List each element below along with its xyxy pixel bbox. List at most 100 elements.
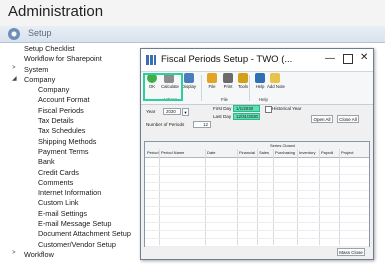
- collapse-arrow-icon[interactable]: ◢: [12, 75, 17, 82]
- ribbon-separator: [249, 75, 250, 101]
- column-header[interactable]: Payroll: [321, 150, 333, 155]
- highlight-box: [143, 73, 183, 101]
- tree-item[interactable]: Bank: [0, 157, 145, 167]
- column-header[interactable]: Purchasing: [275, 150, 295, 155]
- ribbon-button-label: Add Note: [267, 84, 285, 89]
- tree-item[interactable]: Document Attachment Setup: [0, 229, 145, 239]
- tree-item[interactable]: > Workflow: [0, 250, 145, 260]
- grid-row-line: [145, 206, 369, 207]
- tree-item-label: Company: [38, 85, 70, 95]
- gear-icon: [8, 28, 20, 40]
- tree-item-label: Company: [24, 74, 56, 84]
- tree-item-label: Workflow: [24, 249, 54, 259]
- folder-icon: [207, 73, 217, 83]
- column-header[interactable]: Project: [341, 150, 353, 155]
- close-button[interactable]: ✕: [360, 52, 368, 63]
- grid-row-line: [145, 246, 369, 247]
- tree-item[interactable]: Account Format: [0, 95, 145, 105]
- tree-item[interactable]: Credit Cards: [0, 168, 145, 178]
- grid-row-line: [145, 182, 369, 183]
- tree-item-label: E-mail Settings: [38, 208, 88, 218]
- navigation-tree: Setup Checklist Workflow for Sharepoint > S…: [0, 44, 145, 260]
- app-window-icon: [146, 55, 156, 65]
- last-day-label: Last Day: [213, 114, 232, 119]
- window-titlebar[interactable]: Fiscal Periods Setup - TWO (... — ✕: [141, 49, 373, 72]
- ribbon-group-help: Help: [259, 97, 268, 102]
- first-day-field[interactable]: 1/1/2030: [233, 105, 260, 112]
- tree-item-label: Tax Details: [38, 116, 74, 126]
- tree-item[interactable]: Fiscal Periods: [0, 106, 145, 116]
- ribbon-button-label: Print: [223, 84, 233, 89]
- tree-item[interactable]: Company: [0, 85, 145, 95]
- fiscal-periods-grid[interactable]: Series Closed Period Period Name Date Finan…: [144, 141, 370, 247]
- ribbon-button-label: Help: [255, 84, 265, 89]
- grid-row-line: [145, 238, 369, 239]
- series-closed-header: Series Closed: [270, 143, 295, 148]
- tree-item[interactable]: Payment Terms: [0, 147, 145, 157]
- historical-year-label: Historical Year: [272, 106, 302, 111]
- tree-item[interactable]: ◢ Company: [0, 75, 145, 85]
- column-header[interactable]: Date: [207, 150, 215, 155]
- grid-row-line: [145, 222, 369, 223]
- year-field[interactable]: 2030: [163, 108, 181, 115]
- tree-item[interactable]: Custom Link: [0, 198, 145, 208]
- tree-item[interactable]: Shipping Methods: [0, 137, 145, 147]
- tree-item[interactable]: E-mail Message Setup: [0, 219, 145, 229]
- tree-item[interactable]: Setup Checklist: [0, 44, 145, 54]
- column-header[interactable]: Financial: [239, 150, 255, 155]
- minimize-button[interactable]: —: [325, 53, 335, 64]
- tree-item-label: Fiscal Periods: [38, 105, 84, 115]
- tree-item-label: Customer/Vendor Setup: [38, 239, 116, 249]
- tree-item[interactable]: Internet Information: [0, 188, 145, 198]
- year-label: Year: [146, 109, 156, 114]
- tree-item[interactable]: > System: [0, 65, 145, 75]
- tree-item[interactable]: Workflow for Sharepoint: [0, 54, 145, 64]
- printer-icon: [223, 73, 233, 83]
- last-day-field[interactable]: 12/31/2030: [233, 113, 260, 120]
- tree-item[interactable]: Tax Details: [0, 116, 145, 126]
- tree-item-label: Bank: [38, 157, 55, 167]
- tree-item[interactable]: Comments: [0, 178, 145, 188]
- mass-close-button[interactable]: Mass Close: [337, 248, 365, 256]
- tree-item[interactable]: Customer/Vendor Setup: [0, 240, 145, 250]
- open-all-button[interactable]: Open All: [311, 115, 333, 123]
- window-title: Fiscal Periods Setup - TWO (...: [161, 54, 293, 65]
- ribbon-button-label: File: [208, 84, 216, 89]
- grid-row-line: [145, 198, 369, 199]
- help-icon: [255, 73, 265, 83]
- historical-year-checkbox[interactable]: [265, 106, 272, 113]
- tree-item-label: Payment Terms: [38, 146, 89, 156]
- tree-item-label: Tax Schedules: [38, 126, 86, 136]
- tree-item[interactable]: Tax Schedules: [0, 126, 145, 136]
- number-of-periods-field[interactable]: 12: [193, 121, 211, 128]
- grid-row-line: [145, 174, 369, 175]
- maximize-button[interactable]: [343, 54, 353, 64]
- display-icon: [184, 73, 194, 83]
- tree-item-label: Custom Link: [38, 198, 79, 208]
- ribbon-separator: [201, 75, 202, 101]
- first-day-label: First Day: [213, 106, 232, 111]
- file-button[interactable]: File: [204, 73, 220, 89]
- add-note-button[interactable]: Add Note: [267, 73, 285, 89]
- grid-row-line: [145, 214, 369, 215]
- help-button[interactable]: Help: [252, 73, 268, 89]
- year-lookup-button[interactable]: ▾: [182, 108, 189, 116]
- tree-item-label: Document Attachment Setup: [38, 229, 131, 239]
- tree-item[interactable]: E-mail Settings: [0, 209, 145, 219]
- expand-arrow-icon[interactable]: >: [12, 250, 16, 256]
- display-button[interactable]: Display: [181, 73, 197, 89]
- column-header[interactable]: Inventory: [299, 150, 315, 155]
- column-header[interactable]: Period: [147, 150, 159, 155]
- print-button[interactable]: Print: [220, 73, 236, 89]
- tree-item-label: Internet Information: [38, 188, 102, 198]
- app-title: Administration: [8, 3, 104, 20]
- close-all-button[interactable]: Close All: [337, 115, 359, 123]
- number-of-periods-label: Number of Periods: [146, 122, 185, 127]
- expand-arrow-icon[interactable]: >: [12, 65, 16, 71]
- setup-section-label: Setup: [28, 28, 52, 38]
- setup-section-header[interactable]: Setup: [0, 26, 385, 43]
- tree-item-label: Account Format: [38, 95, 90, 105]
- column-header[interactable]: Sales: [259, 150, 269, 155]
- column-header[interactable]: Period Name: [161, 150, 184, 155]
- ribbon-button-label: Display: [181, 84, 197, 89]
